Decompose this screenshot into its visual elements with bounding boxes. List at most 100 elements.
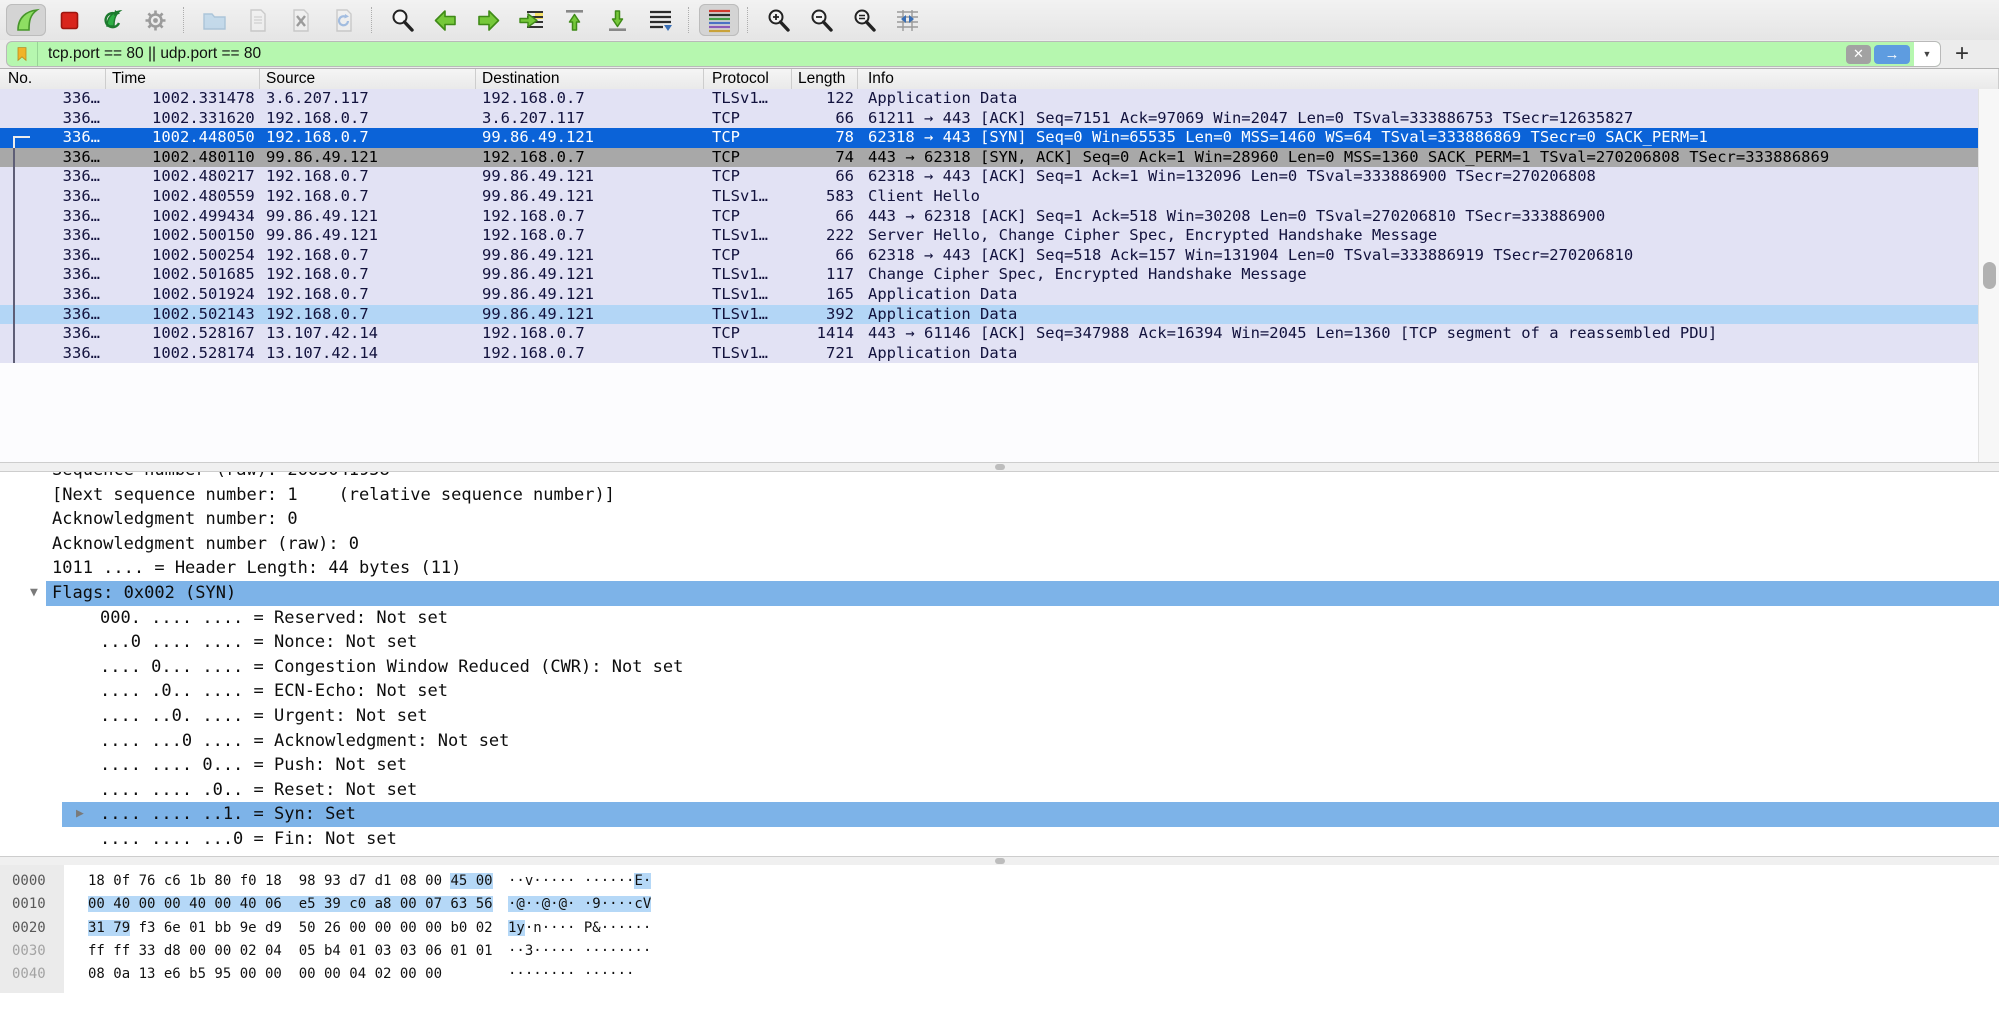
packet-cell-destination: 192.168.0.7 [476,226,704,246]
packet-row[interactable]: 336…1002.480217192.168.0.799.86.49.121TC… [0,167,1978,187]
filter-dropdown-caret[interactable]: ▼ [1914,42,1940,66]
packet-row[interactable]: 336…1002.448050192.168.0.799.86.49.121TC… [0,128,1978,148]
column-header-protocol[interactable]: Protocol [704,69,792,90]
detail-line[interactable]: .... .... 0... = Push: Not set [0,753,1999,778]
resize-columns-button[interactable] [887,4,927,36]
expander-closed-icon[interactable]: ▶ [76,802,84,827]
conversation-line-mark [13,148,15,168]
detail-line[interactable]: 000. .... .... = Reserved: Not set [0,606,1999,631]
packet-row[interactable]: 336…1002.48011099.86.49.121192.168.0.7TC… [0,148,1978,168]
detail-line[interactable]: .... ...0 .... = Acknowledgment: Not set [0,729,1999,754]
packet-row[interactable]: 336…1002.52817413.107.42.14192.168.0.7TL… [0,344,1978,364]
hex-bytes[interactable]: 00 40 00 00 40 00 40 06 e5 39 c0 a8 00 0… [88,893,492,916]
detail-line[interactable]: Acknowledgment number (raw): 0 [0,532,1999,557]
save-file-button[interactable] [237,4,277,36]
hex-row[interactable]: 0030ff ff 33 d8 00 00 02 04 05 b4 01 03 … [0,940,1999,963]
detail-line[interactable]: .... ..0. .... = Urgent: Not set [0,704,1999,729]
packet-list-scrollbar[interactable] [1978,89,1999,462]
packet-row[interactable]: 336…1002.501685192.168.0.799.86.49.121TL… [0,265,1978,285]
detail-line[interactable]: [Next sequence number: 1 (relative seque… [0,483,1999,508]
hex-bytes[interactable]: ff ff 33 d8 00 00 02 04 05 b4 01 03 03 0… [88,940,492,963]
go-to-top-button[interactable] [554,4,594,36]
packet-row[interactable]: 336…1002.50015099.86.49.121192.168.0.7TL… [0,226,1978,246]
ascii: ·n···· P&······ [525,920,651,936]
detail-line[interactable]: ▼Flags: 0x002 (SYN) [0,581,1999,606]
selected-ascii: E· [634,873,651,889]
packet-cell-source: 192.168.0.7 [260,265,476,285]
close-file-button[interactable] [280,4,320,36]
zoom-100-button[interactable] [844,4,884,36]
capture-options-button[interactable] [135,4,175,36]
column-header-time[interactable]: Time [106,69,260,90]
open-file-button[interactable] [194,4,234,36]
display-filter-input[interactable]: tcp.port == 80 || udp.port == 80 ✕ → ▼ [6,41,1941,67]
column-header-no[interactable]: No. [0,69,106,90]
start-capture-button[interactable] [6,4,46,36]
packet-row[interactable]: 336…1002.500254192.168.0.799.86.49.121TC… [0,246,1978,266]
packet-row[interactable]: 336…1002.502143192.168.0.799.86.49.121TL… [0,305,1978,325]
detail-line[interactable]: Acknowledgment number: 0 [0,507,1999,532]
expander-open-icon[interactable]: ▼ [30,581,38,606]
hex-row[interactable]: 000018 0f 76 c6 1b 80 f0 18 98 93 d7 d1 … [0,870,1999,893]
scrollbar-thumb[interactable] [1983,262,1996,289]
column-header-info[interactable]: Info [858,69,1999,90]
hex-row[interactable]: 004008 0a 13 e6 b5 95 00 00 00 00 04 02 … [0,963,1999,986]
filter-clear-button[interactable]: ✕ [1846,45,1871,64]
packet-row[interactable]: 336…1002.52816713.107.42.14192.168.0.7TC… [0,324,1978,344]
restart-capture-button[interactable] [92,4,132,36]
packet-row[interactable]: 336…1002.49943499.86.49.121192.168.0.7TC… [0,207,1978,227]
filter-text[interactable]: tcp.port == 80 || udp.port == 80 [38,45,1846,63]
go-to-bottom-button[interactable] [597,4,637,36]
go-forward-button[interactable] [468,4,508,36]
detail-line[interactable]: ▶.... .... ..1. = Syn: Set [0,802,1999,827]
filter-apply-button[interactable]: → [1874,45,1910,64]
go-back-button[interactable] [425,4,465,36]
zoom-in-button[interactable] [758,4,798,36]
packet-cell-destination: 192.168.0.7 [476,324,704,344]
splitter-list-details[interactable] [0,462,1999,472]
detail-line[interactable]: .... .0.. .... = ECN-Echo: Not set [0,679,1999,704]
hex-row[interactable]: 002031 79 f3 6e 01 bb 9e d9 50 26 00 00 … [0,917,1999,940]
hex-bytes[interactable]: 18 0f 76 c6 1b 80 f0 18 98 93 d7 d1 08 0… [88,870,492,893]
detail-line[interactable]: .... .... ...0 = Fin: Not set [0,827,1999,852]
filter-add-button[interactable]: + [1955,42,1969,66]
packet-row[interactable]: 336…1002.331620192.168.0.73.6.207.117TCP… [0,109,1978,129]
hex-ascii[interactable]: ··v····· ······E· [508,870,651,893]
go-to-packet-button[interactable] [511,4,551,36]
packet-cell-protocol: TLSv1… [704,285,792,305]
colorize-packets-button[interactable] [699,4,739,36]
detail-text: .... 0... .... = Congestion Window Reduc… [100,655,683,680]
packet-cell-source: 192.168.0.7 [260,246,476,266]
find-packet-button[interactable] [382,4,422,36]
hex-ascii[interactable]: ·@··@·@· ·9····cV [508,893,651,916]
detail-line[interactable]: 1011 .... = Header Length: 44 bytes (11) [0,556,1999,581]
detail-line[interactable]: .... .... .0.. = Reset: Not set [0,778,1999,803]
packet-cell-time: 1002.502143 [106,305,260,325]
stop-capture-button[interactable] [49,4,89,36]
filter-bookmark-icon[interactable] [7,42,38,66]
packet-row[interactable]: 336…1002.480559192.168.0.799.86.49.121TL… [0,187,1978,207]
auto-scroll-button[interactable] [640,4,680,36]
hex-ascii[interactable]: ········ ······ [508,963,634,986]
column-header-destination[interactable]: Destination [476,69,704,90]
packet-row[interactable]: 336…1002.3314783.6.207.117192.168.0.7TLS… [0,89,1978,109]
detail-line[interactable]: Sequence number (raw): 2665041958 [0,472,1999,483]
packet-row[interactable]: 336…1002.501924192.168.0.799.86.49.121TL… [0,285,1978,305]
hex-row[interactable]: 001000 40 00 00 40 00 40 06 e5 39 c0 a8 … [0,893,1999,916]
zoom-out-button[interactable] [801,4,841,36]
column-header-source[interactable]: Source [260,69,476,90]
hex-bytes[interactable]: 31 79 f3 6e 01 bb 9e d9 50 26 00 00 00 0… [88,917,492,940]
column-header-length[interactable]: Length [792,69,858,90]
hex-ascii[interactable]: 1y·n···· P&······ [508,917,651,940]
detail-text: .... .... .0.. = Reset: Not set [100,778,417,803]
detail-text: [Next sequence number: 1 (relative seque… [52,483,615,508]
splitter-handle [995,464,1005,470]
fin-icon [13,7,40,34]
reload-file-button[interactable] [323,4,363,36]
hex-ascii[interactable]: ··3····· ········ [508,940,651,963]
detail-line[interactable]: ...0 .... .... = Nonce: Not set [0,630,1999,655]
hex-bytes[interactable]: 08 0a 13 e6 b5 95 00 00 00 00 04 02 00 0… [88,963,492,986]
toolbar-separator [747,7,749,33]
detail-line[interactable]: .... 0... .... = Congestion Window Reduc… [0,655,1999,680]
packet-cell-source: 192.168.0.7 [260,305,476,325]
